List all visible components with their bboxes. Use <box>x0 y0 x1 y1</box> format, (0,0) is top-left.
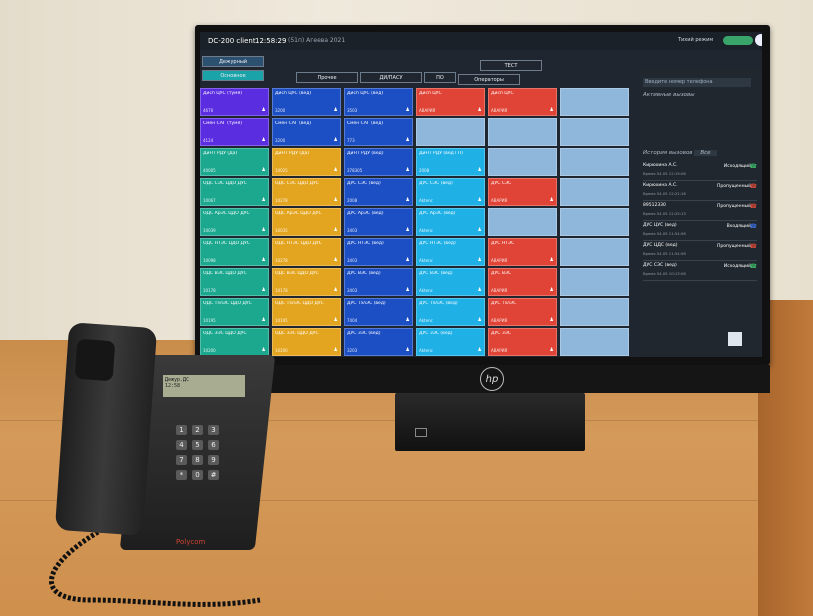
phone-display: Дежур.ДС 12:58 <box>163 375 245 397</box>
keypad-key[interactable]: # <box>208 470 219 480</box>
brand-label: Polycom <box>176 538 206 546</box>
keypad-key[interactable]: 6 <box>208 440 219 450</box>
keypad-key[interactable]: 7 <box>176 455 187 465</box>
keypad-key[interactable]: 1 <box>176 425 187 435</box>
keypad-key[interactable]: 5 <box>192 440 203 450</box>
keypad-key[interactable]: 9 <box>208 455 219 465</box>
handset-earpiece <box>74 338 116 382</box>
keypad-key[interactable]: 4 <box>176 440 187 450</box>
keypad-key[interactable]: * <box>176 470 187 480</box>
keypad-key[interactable]: 2 <box>192 425 203 435</box>
keypad-key[interactable]: 3 <box>208 425 219 435</box>
keypad-key[interactable]: 0 <box>192 470 203 480</box>
lcd-line: 12:58 <box>165 383 181 389</box>
keypad-key[interactable]: 8 <box>192 455 203 465</box>
